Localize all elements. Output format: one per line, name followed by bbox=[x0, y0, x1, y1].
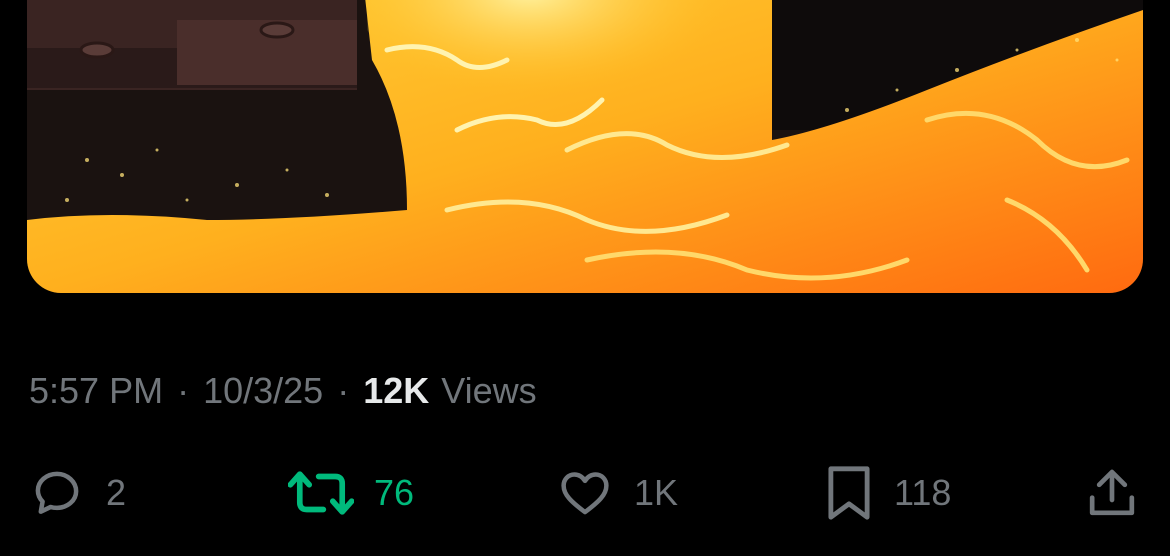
repost-button[interactable]: 76 bbox=[288, 462, 414, 524]
lava-illustration bbox=[27, 0, 1143, 293]
repost-count: 76 bbox=[374, 472, 415, 513]
share-upload-icon bbox=[1089, 469, 1135, 516]
action-bar: 2 76 1K 118 bbox=[0, 462, 1170, 524]
bookmark-icon bbox=[828, 466, 870, 520]
views-label: Views bbox=[441, 370, 537, 411]
post-date: 10/3/25 bbox=[203, 370, 324, 411]
post-detail: 5:57 PM · 10/3/25 · 12K Views 2 76 1K 11… bbox=[0, 0, 1170, 556]
heart-icon bbox=[561, 472, 609, 515]
like-button[interactable]: 1K bbox=[556, 462, 678, 524]
speech-bubble-icon bbox=[35, 471, 79, 514]
post-image[interactable] bbox=[27, 0, 1143, 293]
share-button[interactable] bbox=[1084, 462, 1140, 524]
bookmark-button[interactable]: 118 bbox=[824, 462, 951, 524]
bookmark-count: 118 bbox=[894, 472, 952, 513]
separator-dot: · bbox=[177, 370, 190, 411]
views-count[interactable]: 12K bbox=[363, 370, 429, 412]
repost-arrows-icon bbox=[288, 471, 354, 515]
separator-dot: · bbox=[337, 370, 350, 411]
post-meta: 5:57 PM · 10/3/25 · 12K Views bbox=[29, 366, 537, 416]
post-time: 5:57 PM bbox=[29, 370, 164, 411]
like-count: 1K bbox=[634, 472, 679, 513]
reply-count: 2 bbox=[106, 472, 127, 513]
reply-button[interactable]: 2 bbox=[28, 462, 126, 524]
